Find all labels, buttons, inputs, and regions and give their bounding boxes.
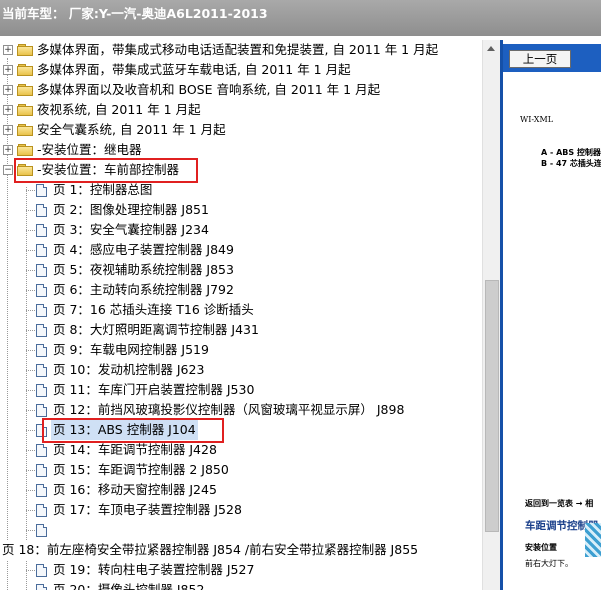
preview-install-text: 前右大灯下。 — [525, 559, 573, 568]
current-model-header: 当前车型： 厂家:Y-一汽-奥迪A6L2011-2013 — [0, 0, 601, 36]
tree-page-label[interactable]: 页 5：夜视辅助系统控制器 J853 — [53, 260, 234, 280]
tree-folder-label[interactable]: 多媒体界面以及收音机和 BOSE 音响系统, 自 2011 年 1 月起 — [37, 80, 380, 100]
expand-icon[interactable]: + — [3, 45, 13, 55]
preview-figure-image — [585, 523, 601, 557]
folder-icon — [17, 44, 33, 56]
page-icon — [36, 564, 47, 577]
scrollbar-thumb[interactable] — [485, 280, 499, 532]
tree-page-label[interactable]: 页 14：车距调节控制器 J428 — [53, 440, 217, 460]
page-icon — [36, 344, 47, 357]
folder-icon — [17, 124, 33, 136]
tree-page-label[interactable]: 页 8：大灯照明距离调节控制器 J431 — [53, 320, 259, 340]
scroll-up-icon[interactable] — [487, 46, 495, 51]
page-icon — [36, 224, 47, 237]
tree-page-label[interactable]: 页 19：转向柱电子装置控制器 J527 — [53, 560, 254, 580]
page-icon — [36, 464, 47, 477]
collapse-icon[interactable]: − — [3, 165, 13, 175]
tree-folder-label[interactable]: 夜视系统, 自 2011 年 1 月起 — [37, 100, 201, 120]
tree-page-label[interactable]: 页 20：摄像头控制器 J852 — [53, 580, 204, 590]
tree-folder-label[interactable]: 多媒体界面，带集成式移动电话适配装置和免提装置, 自 2011 年 1 月起 — [37, 40, 438, 60]
page-icon — [36, 584, 47, 590]
folder-icon — [17, 104, 33, 116]
expand-icon[interactable]: + — [3, 105, 13, 115]
preview-legend-b: B - 47 芯插头连 — [541, 159, 601, 168]
tree-page-label[interactable]: 页 3：安全气囊控制器 J234 — [53, 220, 209, 240]
page-icon — [36, 484, 47, 497]
folder-icon — [17, 64, 33, 76]
tree-page-label[interactable]: 页 1：控制器总图 — [53, 180, 152, 200]
tree-page-label[interactable]: 页 2：图像处理控制器 J851 — [53, 200, 209, 220]
preview-install-label: 安装位置 — [525, 543, 557, 552]
current-model-label: 当前车型： 厂家:Y-一汽-奥迪A6L2011-2013 — [2, 6, 268, 21]
previous-page-label: 上一页 — [522, 52, 558, 66]
tree-page-18[interactable]: 页 18：前左座椅安全带拉紧器控制器 J854 /前右安全带拉紧器控制器 J85… — [0, 540, 483, 560]
page-icon — [36, 324, 47, 337]
expand-icon[interactable]: + — [3, 65, 13, 75]
wiring-diagram-tree[interactable]: + 多媒体界面，带集成式移动电话适配装置和免提装置, 自 2011 年 1 月起… — [0, 40, 483, 590]
page-icon — [36, 244, 47, 257]
tree-page-label[interactable]: 页 15：车距调节控制器 2 J850 — [53, 460, 229, 480]
page-icon — [36, 304, 47, 317]
preview-wi-xml: WI-XML — [520, 115, 553, 124]
page-icon — [36, 504, 47, 517]
preview-return-link[interactable]: 返回到一览表 → 相 — [525, 498, 593, 509]
tree-folder-label[interactable]: 多媒体界面，带集成式蓝牙车载电话, 自 2011 年 1 月起 — [37, 60, 351, 80]
tree-page-label[interactable]: 页 9：车载电网控制器 J519 — [53, 340, 209, 360]
tree-root-line — [7, 58, 8, 590]
preview-nav-bar: 上一页 — [503, 44, 601, 72]
page-icon — [36, 184, 47, 197]
page-icon — [36, 284, 47, 297]
tree-page-label[interactable]: 页 11：车库门开启装置控制器 J530 — [53, 380, 254, 400]
tree-page-label[interactable]: 页 6：主动转向系统控制器 J792 — [53, 280, 234, 300]
page-icon — [36, 444, 47, 457]
tree-page-label[interactable]: 页 16：移动天窗控制器 J245 — [53, 480, 217, 500]
tree-page-label[interactable]: 页 4：感应电子装置控制器 J849 — [53, 240, 234, 260]
expand-icon[interactable]: + — [3, 85, 13, 95]
page-icon — [36, 264, 47, 277]
tree-folder-label[interactable]: 安全气囊系统, 自 2011 年 1 月起 — [37, 120, 226, 140]
page-icon — [36, 364, 47, 377]
tree-scrollbar[interactable] — [482, 40, 500, 590]
page-icon — [36, 404, 47, 417]
folder-icon — [17, 144, 33, 156]
page-icon — [36, 384, 47, 397]
expand-icon[interactable]: + — [3, 125, 13, 135]
previous-page-button[interactable]: 上一页 — [509, 50, 571, 68]
tree-page-label[interactable]: 页 18：前左座椅安全带拉紧器控制器 J854 /前右安全带拉紧器控制器 J85… — [2, 540, 418, 560]
page-icon — [36, 204, 47, 217]
page-icon — [36, 524, 47, 537]
tree-page-label[interactable]: 页 12：前挡风玻璃投影仪控制器（风窗玻璃平视显示屏） J898 — [53, 400, 404, 420]
document-preview-pane: 上一页 WI-XML A - ABS 控制器 B - 47 芯插头连 返回到一览… — [500, 40, 601, 590]
tree-folder-label[interactable]: -安装位置：继电器 — [37, 140, 142, 160]
expand-icon[interactable]: + — [3, 145, 13, 155]
folder-icon — [17, 84, 33, 96]
tree-page-label[interactable]: 页 7：16 芯插头连接 T16 诊断插头 — [53, 300, 254, 320]
preview-legend-a: A - ABS 控制器 — [541, 148, 601, 157]
tree-page-label[interactable]: 页 17：车顶电子装置控制器 J528 — [53, 500, 242, 520]
tree-page-label[interactable]: 页 10：发动机控制器 J623 — [53, 360, 204, 380]
